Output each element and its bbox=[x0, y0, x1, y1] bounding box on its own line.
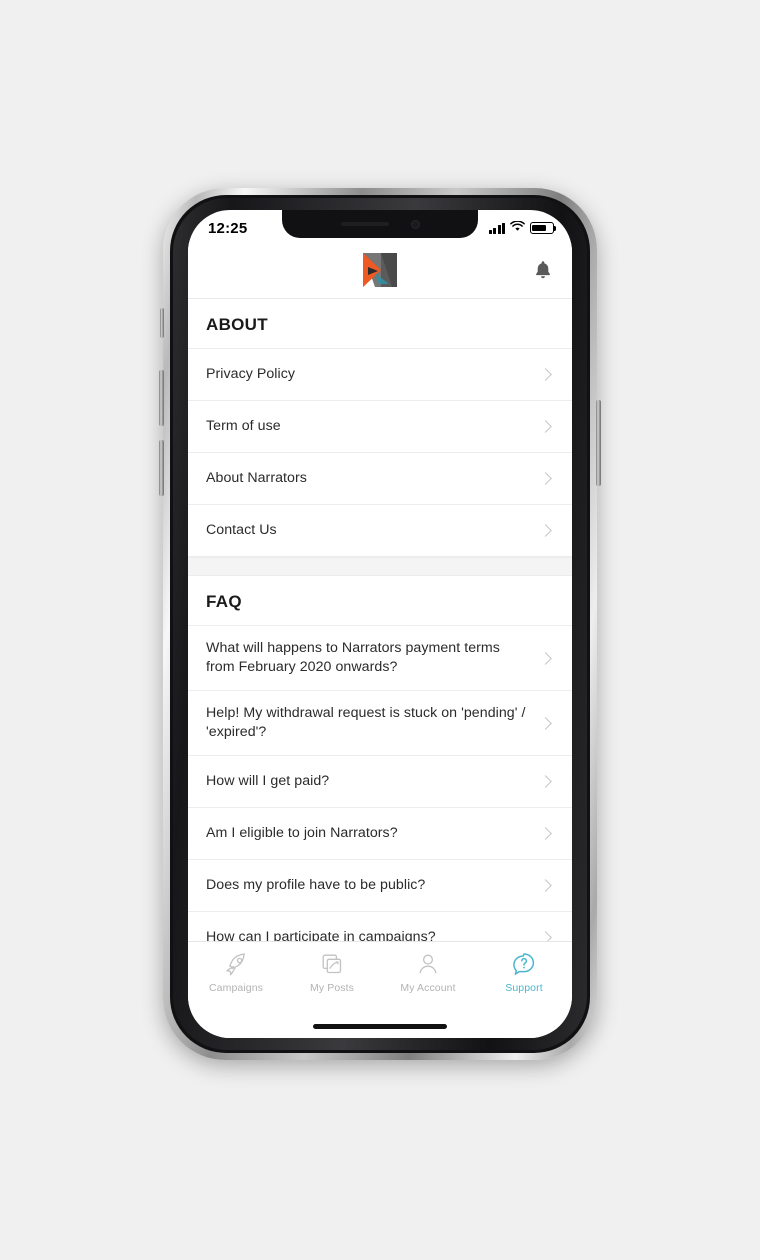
person-icon bbox=[415, 950, 442, 977]
list-item-label: Contact Us bbox=[206, 522, 277, 539]
chevron-right-icon bbox=[539, 420, 552, 433]
list-item-label: Term of use bbox=[206, 418, 281, 435]
home-indicator[interactable] bbox=[313, 1024, 447, 1029]
screenshot-canvas: 12:25 ABOUT Privacy Policy Term of use A… bbox=[0, 0, 760, 1260]
chevron-right-icon bbox=[539, 775, 552, 788]
faq-item-payment-terms[interactable]: What will happens to Narrators payment t… bbox=[188, 626, 572, 691]
list-item-label: How will I get paid? bbox=[206, 773, 330, 790]
tab-support[interactable]: Support bbox=[476, 950, 572, 994]
faq-item-eligibility[interactable]: Am I eligible to join Narrators? bbox=[188, 808, 572, 860]
faq-item-how-get-paid[interactable]: How will I get paid? bbox=[188, 756, 572, 808]
list-item-label: Am I eligible to join Narrators? bbox=[206, 825, 398, 842]
phone-device-frame: 12:25 ABOUT Privacy Policy Term of use A… bbox=[159, 188, 601, 1060]
tab-label: Support bbox=[505, 982, 543, 994]
rocket-icon bbox=[223, 950, 250, 977]
notification-bell-icon[interactable] bbox=[530, 257, 556, 283]
faq-item-withdrawal-stuck[interactable]: Help! My withdrawal request is stuck on … bbox=[188, 691, 572, 756]
list-item-label: Privacy Policy bbox=[206, 366, 295, 383]
status-bar: 12:25 bbox=[188, 210, 572, 242]
chevron-right-icon bbox=[539, 651, 552, 665]
section-title-faq: FAQ bbox=[188, 576, 572, 626]
notes-stack-icon bbox=[319, 950, 346, 977]
faq-item-participate-campaigns[interactable]: How can I participate in campaigns? bbox=[188, 912, 572, 941]
section-divider bbox=[188, 557, 572, 576]
faq-item-profile-public[interactable]: Does my profile have to be public? bbox=[188, 860, 572, 912]
silent-switch-button[interactable] bbox=[160, 308, 164, 338]
narrators-logo bbox=[360, 251, 400, 289]
chevron-right-icon bbox=[539, 524, 552, 537]
tab-campaigns[interactable]: Campaigns bbox=[188, 950, 284, 994]
list-item-label: About Narrators bbox=[206, 470, 307, 487]
volume-down-button[interactable] bbox=[159, 440, 164, 496]
list-item-privacy-policy[interactable]: Privacy Policy bbox=[188, 349, 572, 401]
chevron-right-icon bbox=[539, 827, 552, 840]
wifi-icon bbox=[510, 219, 525, 237]
list-item-label: How can I participate in campaigns? bbox=[206, 929, 436, 941]
section-title-about: ABOUT bbox=[188, 299, 572, 349]
tab-label: My Posts bbox=[310, 982, 354, 994]
tab-label: Campaigns bbox=[208, 982, 263, 994]
cellular-signal-icon bbox=[488, 222, 505, 234]
chevron-right-icon bbox=[539, 716, 552, 730]
app-header bbox=[188, 242, 572, 298]
tab-my-posts[interactable]: My Posts bbox=[284, 950, 380, 994]
status-bar-indicators bbox=[488, 219, 557, 237]
battery-icon bbox=[530, 222, 557, 234]
tab-label: My Account bbox=[400, 982, 456, 994]
phone-screen: 12:25 ABOUT Privacy Policy Term of use A… bbox=[188, 210, 572, 1038]
chevron-right-icon bbox=[539, 472, 552, 485]
list-item-label: Does my profile have to be public? bbox=[206, 877, 426, 894]
list-item-about-narrators[interactable]: About Narrators bbox=[188, 453, 572, 505]
tab-my-account[interactable]: My Account bbox=[380, 950, 476, 994]
chevron-right-icon bbox=[539, 879, 552, 892]
list-item-term-of-use[interactable]: Term of use bbox=[188, 401, 572, 453]
question-bubble-icon bbox=[511, 950, 538, 977]
settings-list[interactable]: ABOUT Privacy Policy Term of use About N… bbox=[188, 298, 572, 941]
chevron-right-icon bbox=[539, 368, 552, 381]
power-button[interactable] bbox=[596, 400, 601, 486]
status-bar-time: 12:25 bbox=[208, 219, 248, 237]
list-item-contact-us[interactable]: Contact Us bbox=[188, 505, 572, 557]
list-item-label: What will happens to Narrators payment t… bbox=[206, 640, 500, 675]
list-item-label: Help! My withdrawal request is stuck on … bbox=[206, 705, 526, 740]
chevron-right-icon bbox=[539, 931, 552, 941]
volume-up-button[interactable] bbox=[159, 370, 164, 426]
